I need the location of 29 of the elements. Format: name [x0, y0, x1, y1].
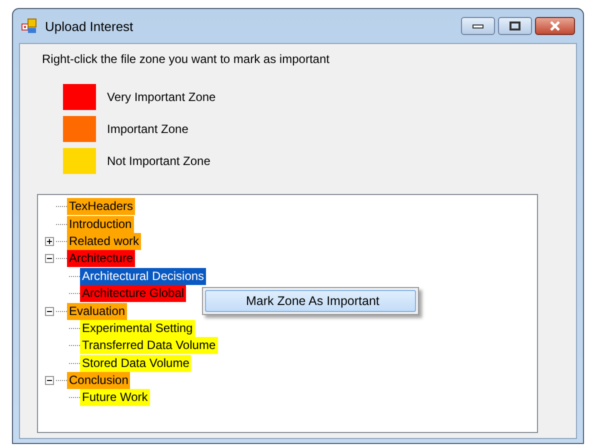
tree-node[interactable]: TexHeaders: [67, 198, 136, 216]
legend-label: Very Important Zone: [107, 90, 216, 104]
tree-node[interactable]: Conclusion: [67, 372, 130, 390]
collapse-toggle-icon[interactable]: [45, 306, 54, 316]
legend-label: Not Important Zone: [107, 154, 210, 168]
expand-toggle-icon[interactable]: [45, 236, 54, 246]
legend-label: Important Zone: [107, 122, 188, 136]
tree-node[interactable]: Evaluation: [67, 302, 128, 320]
instruction-text: Right-click the file zone you want to mark as important: [42, 52, 330, 66]
close-button[interactable]: [535, 17, 575, 35]
collapse-toggle-icon[interactable]: [45, 376, 54, 386]
tree-node[interactable]: Related work: [67, 232, 142, 250]
tree-node[interactable]: Future Work: [80, 389, 150, 406]
tree-node[interactable]: Architecture: [67, 250, 136, 268]
minimize-icon: [472, 23, 484, 29]
tree-node[interactable]: Experimental Setting: [80, 320, 195, 337]
tree-node[interactable]: Transferred Data Volume: [80, 337, 218, 354]
close-icon: [549, 21, 561, 31]
maximize-button[interactable]: [498, 17, 532, 35]
tree-node[interactable]: Introduction: [67, 216, 134, 233]
menu-item[interactable]: Mark Zone As Important: [205, 290, 416, 312]
collapse-toggle-icon[interactable]: [45, 254, 54, 264]
app-icon: [21, 18, 37, 34]
minimize-button[interactable]: [461, 17, 495, 35]
maximize-icon: [509, 21, 521, 31]
tree-node[interactable]: Architectural Decisions: [80, 268, 206, 285]
tree-node[interactable]: Stored Data Volume: [80, 354, 192, 372]
window-title: Upload Interest: [45, 18, 134, 34]
tree-node[interactable]: Architecture Global: [80, 285, 186, 302]
